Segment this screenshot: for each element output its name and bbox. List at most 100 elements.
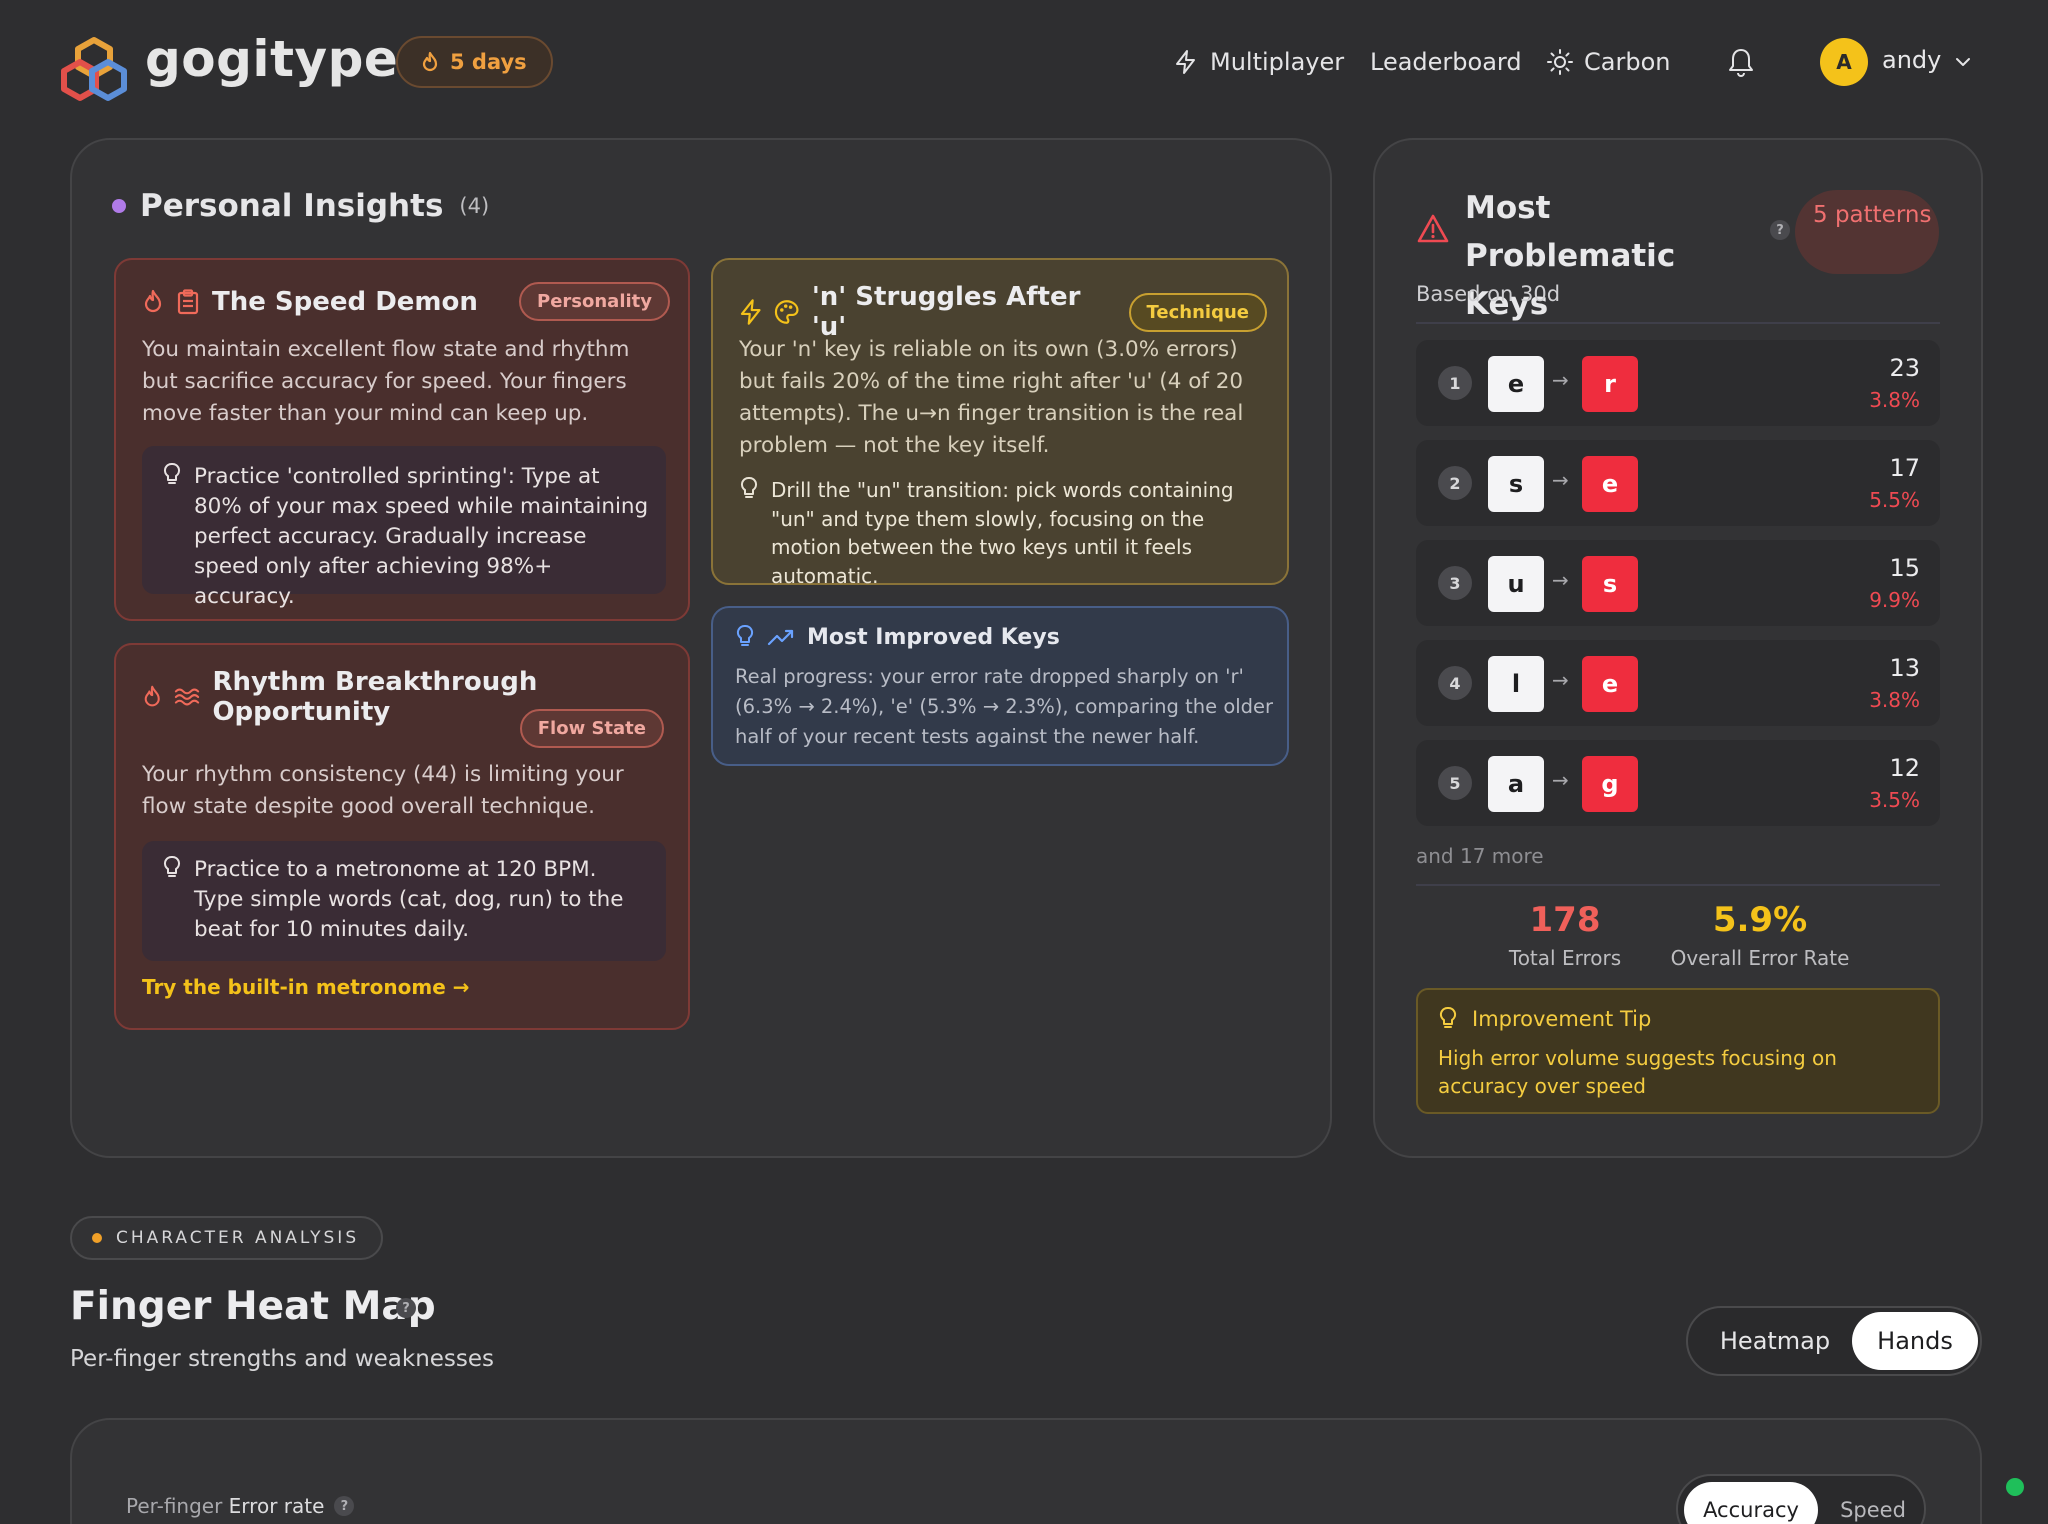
key-cap-from: e <box>1488 356 1544 412</box>
category-badge: Flow State <box>519 709 664 748</box>
metric-option-speed[interactable]: Speed <box>1828 1482 1918 1524</box>
rank-badge: 2 <box>1438 466 1472 500</box>
tip-body: High error volume suggests focusing on a… <box>1438 1046 1837 1098</box>
brand-name[interactable]: gogitype <box>145 30 398 88</box>
nav-leaderboard[interactable]: Leaderboard <box>1370 44 1522 80</box>
section-label: CHARACTER ANALYSIS <box>116 1228 360 1248</box>
nav-carbon-theme[interactable]: Carbon <box>1546 44 1670 80</box>
problematic-keys-title: Most Problematic Keys <box>1465 190 1676 322</box>
rank-badge: 5 <box>1438 766 1472 800</box>
sun-icon <box>1547 49 1573 75</box>
palette-icon <box>775 300 799 324</box>
category-badge: Technique <box>1128 292 1268 332</box>
card-title: Most Improved Keys <box>807 624 1060 650</box>
lightning-icon <box>1176 50 1195 74</box>
divider <box>1416 884 1940 886</box>
card-body: You maintain excellent flow state and rh… <box>142 337 630 426</box>
metronome-link[interactable]: Try the built-in metronome → <box>142 975 470 999</box>
key-pattern-row[interactable]: 5 a → g 12 3.5% <box>1416 740 1940 826</box>
key-cap-to: r <box>1582 356 1638 412</box>
nav-multiplayer-label: Multiplayer <box>1210 48 1345 76</box>
flame-icon <box>144 685 160 707</box>
insights-header: Personal Insights (4) <box>112 188 489 224</box>
insight-card-rhythm[interactable]: Rhythm Breakthrough Opportunity Flow Sta… <box>114 643 690 1030</box>
help-icon[interactable]: ? <box>396 1298 416 1318</box>
divider <box>1416 322 1940 324</box>
lightbulb-icon <box>163 463 181 484</box>
arrow-right-icon: → <box>1552 368 1569 392</box>
period-label: Based on 30d <box>1416 282 1561 306</box>
arrow-right-icon: → <box>1552 668 1569 692</box>
more-patterns-label[interactable]: and 17 more <box>1416 844 1544 868</box>
key-cap-from: l <box>1488 656 1544 712</box>
view-option-hands[interactable]: Hands <box>1852 1312 1978 1370</box>
lightbulb-icon <box>163 856 181 877</box>
card-title: 'n' Struggles After 'u' <box>811 282 1081 342</box>
flame-icon <box>422 51 438 72</box>
insight-card-speed-demon[interactable]: The Speed Demon Personality You maintain… <box>114 258 690 621</box>
avatar[interactable]: A <box>1820 38 1868 86</box>
key-cap-to: e <box>1582 656 1638 712</box>
key-cap-to: s <box>1582 556 1638 612</box>
nav-multiplayer[interactable]: Multiplayer <box>1172 44 1344 80</box>
patterns-badge: 5 patterns <box>1795 190 1939 274</box>
tip-box: Practice to a metronome at 120 BPM. Type… <box>142 841 666 961</box>
tip-text: Drill the "un" transition: pick words co… <box>771 478 1234 588</box>
key-cap-from: s <box>1488 456 1544 512</box>
flame-icon <box>144 289 162 312</box>
key-cap-to: g <box>1582 756 1638 812</box>
error-count: 23 <box>1889 354 1920 382</box>
tip-text: Practice 'controlled sprinting': Type at… <box>194 464 649 609</box>
warning-icon <box>1417 214 1449 243</box>
error-rate-label: Overall Error Rate <box>1670 946 1850 970</box>
metric-label: Error rate <box>228 1494 325 1518</box>
heatmap-subtitle: Per-finger strengths and weaknesses <box>70 1346 495 1372</box>
online-status-dot <box>2006 1478 2024 1496</box>
metric-toggle: Accuracy Speed <box>1676 1474 1926 1524</box>
error-percent: 3.8% <box>1869 388 1920 412</box>
total-errors-value: 178 <box>1529 900 1601 940</box>
section-dot <box>92 1233 102 1243</box>
key-pattern-row[interactable]: 1 e → r 23 3.8% <box>1416 340 1940 426</box>
tip-row: Drill the "un" transition: pick words co… <box>739 476 1271 590</box>
error-percent: 5.5% <box>1869 488 1920 512</box>
category-badge: Personality <box>519 282 670 321</box>
metric-option-accuracy[interactable]: Accuracy <box>1684 1482 1818 1524</box>
streak-badge[interactable]: 5 days <box>396 36 553 88</box>
help-icon[interactable]: ? <box>334 1496 355 1516</box>
arrow-right-icon: → <box>1552 468 1569 492</box>
clipboard-icon <box>177 288 199 314</box>
card-body: Your rhythm consistency (44) is limiting… <box>142 762 624 819</box>
insight-card-most-improved[interactable]: Most Improved Keys Real progress: your e… <box>711 606 1289 766</box>
bell-icon[interactable] <box>1726 46 1756 78</box>
error-count: 15 <box>1889 554 1920 582</box>
total-errors-label: Total Errors <box>1508 946 1622 970</box>
logo-icon[interactable] <box>58 36 130 102</box>
improvement-tip: Improvement Tip High error volume sugges… <box>1416 988 1940 1114</box>
username[interactable]: andy <box>1882 46 1941 74</box>
lightbulb-icon <box>736 625 754 646</box>
chevron-down-icon[interactable] <box>1952 52 1974 72</box>
key-pattern-row[interactable]: 4 l → e 13 3.8% <box>1416 640 1940 726</box>
insights-title: Personal Insights <box>140 188 444 224</box>
view-option-heatmap[interactable]: Heatmap <box>1702 1316 1848 1366</box>
error-count: 17 <box>1889 454 1920 482</box>
error-count: 12 <box>1889 754 1920 782</box>
waves-icon <box>175 688 200 706</box>
total-errors-stat: 178 Total Errors <box>1500 900 1630 970</box>
card-title: The Speed Demon <box>212 286 478 317</box>
help-icon[interactable]: ? <box>1770 220 1790 240</box>
lightbulb-icon <box>1439 1007 1457 1028</box>
arrow-right-icon: → <box>1552 568 1569 592</box>
key-pattern-row[interactable]: 3 u → s 15 9.9% <box>1416 540 1940 626</box>
error-rate-value: 5.9% <box>1712 900 1808 940</box>
rank-badge: 1 <box>1438 366 1472 400</box>
key-cap-to: e <box>1582 456 1638 512</box>
nav-leaderboard-label: Leaderboard <box>1370 48 1522 76</box>
error-percent: 3.8% <box>1869 688 1920 712</box>
key-pattern-row[interactable]: 2 s → e 17 5.5% <box>1416 440 1940 526</box>
insight-card-n-after-u[interactable]: 'n' Struggles After 'u' Technique Your '… <box>711 258 1289 588</box>
section-label-pill: CHARACTER ANALYSIS <box>70 1216 384 1260</box>
insights-count: (4) <box>459 194 490 218</box>
streak-label: 5 days <box>450 50 527 74</box>
